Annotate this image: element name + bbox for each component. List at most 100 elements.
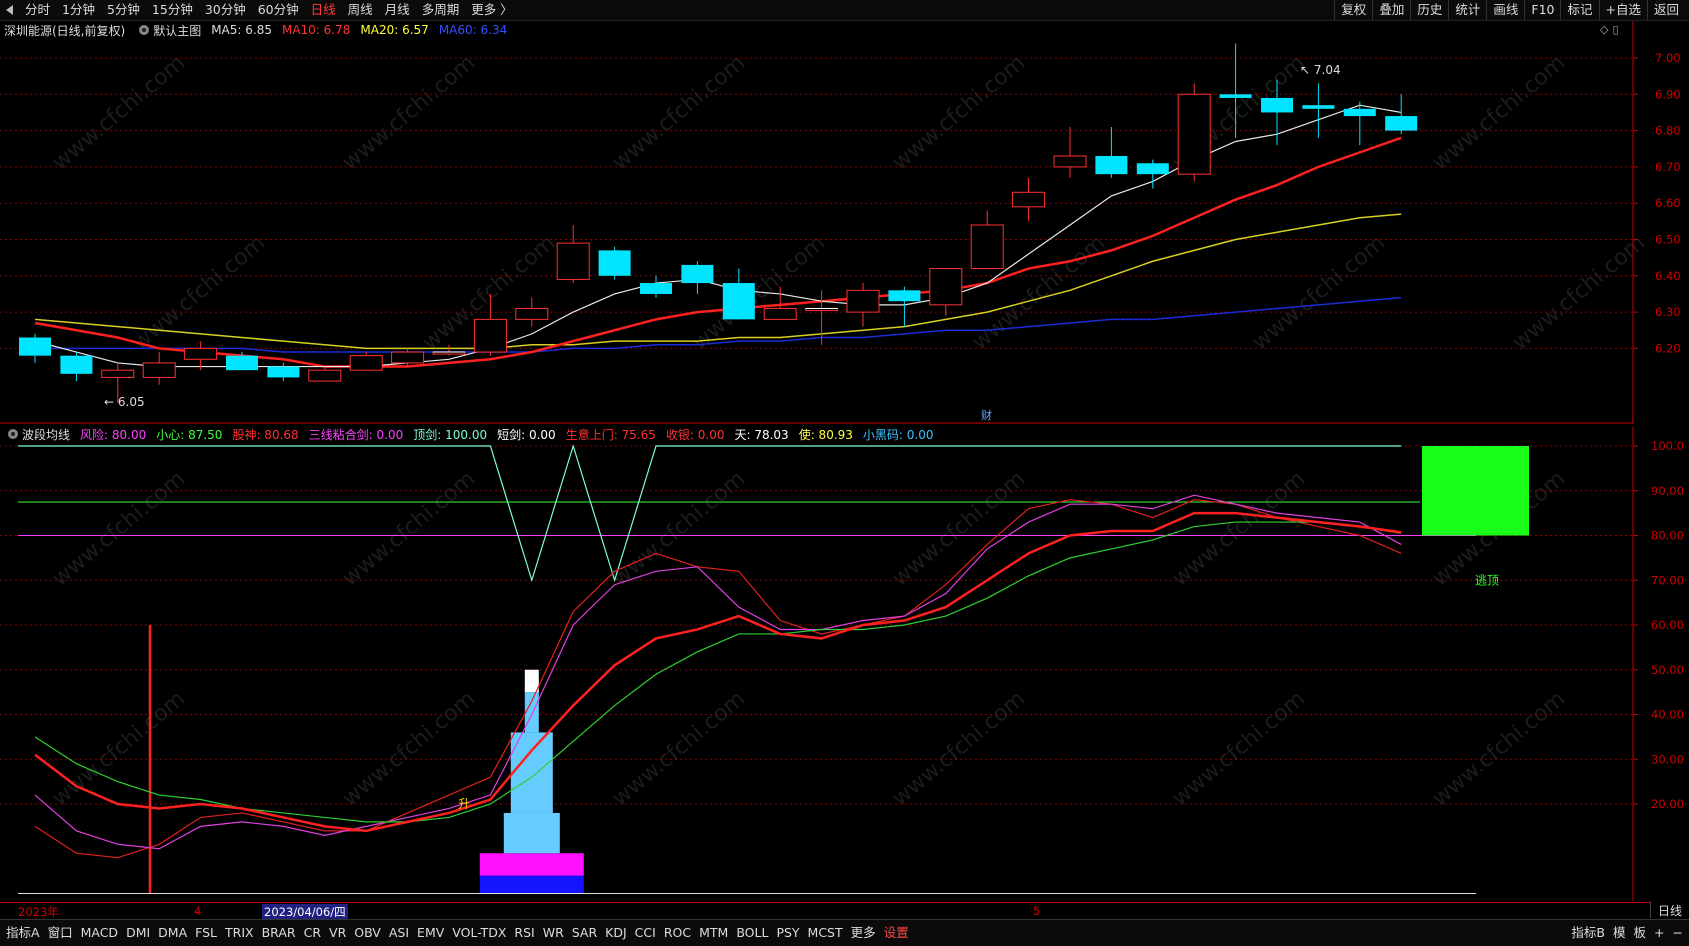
indicator-tab-4[interactable]: DMA xyxy=(154,920,191,946)
indicator-tab-15[interactable]: WR xyxy=(539,920,568,946)
candle[interactable] xyxy=(970,210,1004,270)
indicator-tab-11[interactable]: ASI xyxy=(385,920,413,946)
candle[interactable] xyxy=(640,275,672,298)
price-chart[interactable]: www.cfchi.com www.cfchi.com www.cfchi.com w… xyxy=(0,21,1689,424)
candle-body xyxy=(1385,116,1418,131)
candle[interactable] xyxy=(349,352,383,371)
period-tab-4[interactable]: 30分钟 xyxy=(199,0,252,20)
period-tab-2[interactable]: 5分钟 xyxy=(101,0,146,20)
candle[interactable] xyxy=(60,352,93,382)
indicator-tab-18[interactable]: CCI xyxy=(631,920,660,946)
indicator-tab-right-2[interactable]: 板 xyxy=(1630,920,1651,946)
indicator-tab-0[interactable]: 指标A xyxy=(2,920,44,946)
indicator-tab-3[interactable]: DMI xyxy=(122,920,154,946)
candle[interactable] xyxy=(515,297,549,327)
toolbar-button-8[interactable]: 返回 xyxy=(1646,0,1685,20)
candle[interactable] xyxy=(888,286,921,327)
period-tab-6[interactable]: 日线 xyxy=(305,0,342,20)
period-tab-7[interactable]: 周线 xyxy=(342,0,379,20)
candle[interactable] xyxy=(1053,126,1087,178)
date-label-year: 2023年 xyxy=(18,905,59,919)
indicator-tab-5[interactable]: FSL xyxy=(191,920,221,946)
back-triangle-icon[interactable] xyxy=(6,5,13,15)
indicator-tab-8[interactable]: CR xyxy=(300,920,325,946)
candle[interactable] xyxy=(1177,83,1211,182)
indicator-tab-23[interactable]: MCST xyxy=(804,920,847,946)
candle[interactable] xyxy=(1136,159,1169,189)
candle[interactable] xyxy=(184,341,218,371)
indicator-chart[interactable]: www.cfchi.com www.cfchi.com www.cfchi.com w… xyxy=(0,427,1689,901)
candle[interactable] xyxy=(1302,83,1335,138)
indicator-tab-right-0[interactable]: 指标B xyxy=(1567,920,1609,946)
indicator-tab-16[interactable]: SAR xyxy=(568,920,601,946)
date-label-april: 4 xyxy=(194,904,202,918)
period-tab-10[interactable]: 更多 〉 xyxy=(465,0,518,20)
indicator-tab-6[interactable]: TRIX xyxy=(221,920,258,946)
period-indicator[interactable]: 日线 xyxy=(1650,902,1689,918)
period-tab-5[interactable]: 60分钟 xyxy=(252,0,305,20)
price-tick-label: 6.20 xyxy=(1655,341,1681,355)
toolbar-button-0[interactable]: 复权 xyxy=(1334,0,1372,20)
candle[interactable] xyxy=(929,268,963,316)
indicator-tab-2[interactable]: MACD xyxy=(77,920,122,946)
ind-tick-label: 40.00 xyxy=(1651,708,1684,722)
indicator-tab-right-4[interactable]: − xyxy=(1669,920,1687,946)
watermark-text: www.cfchi.com xyxy=(48,50,190,175)
indicator-tab-25[interactable]: 设置 xyxy=(880,920,913,946)
price-tick-label: 6.60 xyxy=(1655,196,1681,210)
period-tab-0[interactable]: 分时 xyxy=(19,0,56,20)
candle[interactable] xyxy=(681,261,714,294)
indicator-tab-17[interactable]: KDJ xyxy=(601,920,631,946)
toolbar-button-4[interactable]: 画线 xyxy=(1486,0,1524,20)
watermark-text: www.cfchi.com xyxy=(1428,50,1570,175)
toolbar-button-1[interactable]: 叠加 xyxy=(1372,0,1410,20)
high-annotation: ↖ 7.04 xyxy=(1300,63,1341,77)
indicator-tab-13[interactable]: VOL-TDX xyxy=(448,920,510,946)
toolbar-button-2[interactable]: 历史 xyxy=(1410,0,1448,20)
watermark-layer: www.cfchi.com www.cfchi.com www.cfchi.com w… xyxy=(48,466,1570,811)
candle[interactable] xyxy=(1095,126,1128,178)
watermark-text: www.cfchi.com xyxy=(608,686,750,811)
period-tab-3[interactable]: 15分钟 xyxy=(146,0,199,20)
indicator-tab-9[interactable]: VR xyxy=(325,920,350,946)
ind-tick-label: 60.00 xyxy=(1651,618,1684,632)
indicator-tab-1[interactable]: 窗口 xyxy=(44,920,77,946)
candle-body xyxy=(1136,163,1169,175)
candle[interactable] xyxy=(267,362,300,382)
candle[interactable] xyxy=(1385,94,1418,135)
indicator-tab-7[interactable]: BRAR xyxy=(258,920,300,946)
watermark-text: www.cfchi.com xyxy=(608,466,750,591)
indicator-tab-24[interactable]: 更多 xyxy=(847,920,880,946)
indicator-tab-14[interactable]: RSI xyxy=(510,920,538,946)
indicator-tab-12[interactable]: EMV xyxy=(413,920,448,946)
candle[interactable] xyxy=(805,290,839,345)
candle[interactable] xyxy=(846,283,880,327)
indicator-tab-10[interactable]: OBV xyxy=(350,920,385,946)
toolbar-button-7[interactable]: +自选 xyxy=(1598,0,1647,20)
candle[interactable] xyxy=(19,333,51,363)
watermark-text: www.cfchi.com xyxy=(608,50,750,175)
candle[interactable] xyxy=(598,246,631,280)
indicator-tab-right-3[interactable]: + xyxy=(1650,920,1668,946)
ind-tick-label: 80.00 xyxy=(1651,529,1684,543)
candle[interactable] xyxy=(142,352,176,385)
indicator-tab-20[interactable]: MTM xyxy=(695,920,732,946)
indicator-tab-21[interactable]: BOLL xyxy=(732,920,772,946)
period-tab-9[interactable]: 多周期 xyxy=(416,0,466,20)
candle[interactable] xyxy=(1343,101,1376,146)
watermark-text: www.cfchi.com xyxy=(1508,230,1650,355)
toolbar-button-3[interactable]: 统计 xyxy=(1448,0,1486,20)
candle[interactable] xyxy=(1012,177,1046,222)
period-tab-8[interactable]: 月线 xyxy=(379,0,416,20)
candle-body xyxy=(1012,191,1046,208)
indicator-tab-right-1[interactable]: 模 xyxy=(1609,920,1630,946)
toolbar-button-5[interactable]: F10 xyxy=(1524,0,1560,20)
candle[interactable] xyxy=(308,366,342,382)
candle-body xyxy=(640,283,672,294)
indicator-tab-22[interactable]: PSY xyxy=(772,920,803,946)
toolbar-button-6[interactable]: 标记 xyxy=(1560,0,1598,20)
finance-marker[interactable]: 财 xyxy=(981,408,992,422)
candle[interactable] xyxy=(556,224,590,284)
period-tab-1[interactable]: 1分钟 xyxy=(56,0,101,20)
indicator-tab-19[interactable]: ROC xyxy=(660,920,695,946)
